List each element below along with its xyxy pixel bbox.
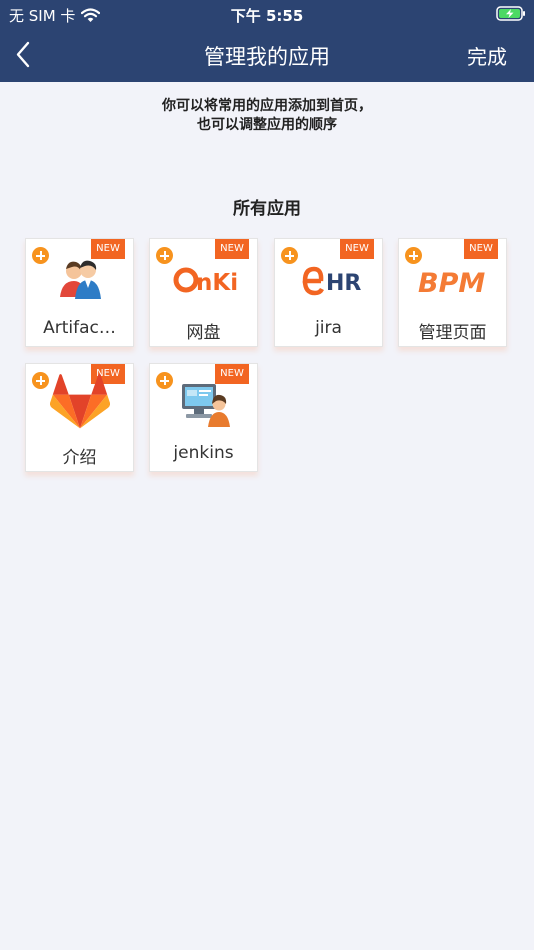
done-button[interactable]: 完成: [467, 41, 507, 70]
gitlab-fox-icon: [50, 374, 110, 429]
navigation-bar: 管理我的应用 完成: [0, 28, 534, 82]
app-tile-artifactory[interactable]: NEW Artifac…: [25, 238, 134, 347]
hint-line-1: 你可以将常用的应用添加到首页，: [162, 98, 372, 114]
ehr-logo-text: HR: [326, 271, 361, 296]
app-tile-netdisk[interactable]: NEW nKi 网盘: [149, 238, 258, 347]
add-circle-icon[interactable]: [32, 247, 49, 264]
hint-line-2: 也可以调整应用的顺序: [197, 117, 337, 133]
hint-text: 你可以将常用的应用添加到首页， 也可以调整应用的顺序: [0, 97, 534, 135]
app-label: jenkins: [173, 443, 234, 463]
app-tile-jenkins[interactable]: NEW jenkins: [149, 363, 258, 472]
app-tile-jira[interactable]: NEW HR jira: [274, 238, 383, 347]
onki-logo-icon: nKi: [173, 267, 238, 296]
app-label: 管理页面: [418, 323, 487, 343]
status-bar: 无 SIM 卡 下午 5:55: [0, 0, 534, 28]
app-tile-admin-page[interactable]: NEW BPM 管理页面: [398, 238, 507, 347]
app-label: jira: [315, 318, 342, 338]
app-label: 网盘: [186, 323, 221, 343]
onki-logo-text: nKi: [196, 270, 238, 296]
status-time: 下午 5:55: [230, 7, 304, 25]
bpm-logo-text: BPM: [418, 268, 485, 299]
add-circle-icon[interactable]: [32, 372, 49, 389]
app-label: Artifac…: [43, 318, 116, 338]
add-circle-icon[interactable]: [156, 372, 173, 389]
bpm-logo-icon: BPM: [418, 268, 485, 299]
computer-user-icon: [182, 384, 230, 427]
battery-charging-icon: [496, 6, 525, 21]
page-title: 管理我的应用: [204, 45, 330, 69]
people-icon: [60, 260, 101, 299]
section-title: 所有应用: [233, 199, 301, 219]
app-label: 介绍: [62, 448, 97, 468]
ehr-logo-icon: HR: [302, 266, 361, 296]
app-tile-introduction[interactable]: NEW 介绍: [25, 363, 134, 472]
